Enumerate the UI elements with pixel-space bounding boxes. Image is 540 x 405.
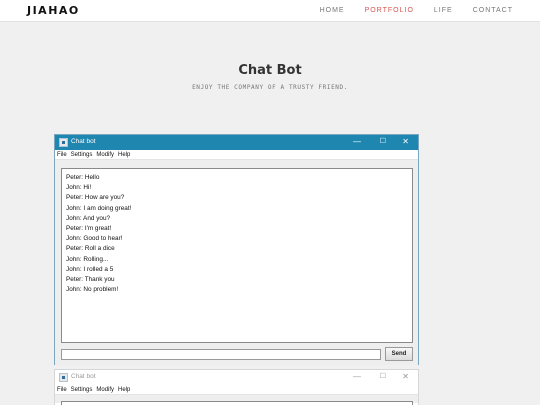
maximize-icon[interactable]: ☐ bbox=[380, 372, 386, 382]
chat-message: John: Good to hear! bbox=[66, 235, 123, 243]
chat-message: John: I am doing great! bbox=[66, 204, 132, 212]
close-icon[interactable]: ✕ bbox=[402, 137, 409, 147]
chat-message: John: Rolling... bbox=[66, 255, 109, 263]
maximize-icon[interactable]: ☐ bbox=[380, 137, 386, 147]
chat-message: John: Hi! bbox=[66, 184, 92, 192]
chat-message: John: And you? bbox=[66, 214, 111, 222]
chat-message: John: I rolled a 5 bbox=[66, 265, 114, 273]
chat-bot-window-inactive: Chat bot — ☐ ✕ File Settings Modify Help bbox=[54, 369, 419, 405]
send-button[interactable]: Send bbox=[385, 347, 413, 361]
menu-file[interactable]: File bbox=[57, 385, 67, 394]
nav-link-portfolio[interactable]: PORTFOLIO bbox=[365, 7, 414, 14]
window-title-bar[interactable]: Chat bot — ☐ ✕ bbox=[55, 135, 418, 150]
window-title: Chat bot bbox=[71, 373, 96, 380]
chat-bot-window: Chat bot — ☐ ✕ File Settings Modify Help… bbox=[54, 134, 419, 365]
nav-link-home[interactable]: HOME bbox=[320, 7, 345, 14]
minimize-icon[interactable]: — bbox=[353, 372, 361, 382]
top-navbar: JIAHAO HOME PORTFOLIO LIFE CONTACT bbox=[0, 0, 540, 22]
chat-message: Peter: I'm great! bbox=[66, 225, 112, 233]
chat-message: Peter: Roll a dice bbox=[66, 245, 115, 253]
chat-history[interactable]: Peter: Hello John: Hi! Peter: How are yo… bbox=[61, 168, 413, 343]
java-app-icon bbox=[59, 373, 68, 382]
nav-links: HOME PORTFOLIO LIFE CONTACT bbox=[320, 7, 513, 14]
chat-history[interactable] bbox=[61, 401, 413, 405]
nav-link-life[interactable]: LIFE bbox=[434, 7, 453, 14]
nav-link-contact[interactable]: CONTACT bbox=[473, 7, 513, 14]
minimize-icon[interactable]: — bbox=[353, 137, 361, 147]
menu-modify[interactable]: Modify bbox=[96, 385, 114, 394]
menu-modify[interactable]: Modify bbox=[96, 150, 114, 159]
menu-file[interactable]: File bbox=[57, 150, 67, 159]
menu-settings[interactable]: Settings bbox=[71, 385, 93, 394]
chat-message: Peter: How are you? bbox=[66, 194, 125, 202]
chat-message: Peter: Thank you bbox=[66, 276, 115, 284]
menu-help[interactable]: Help bbox=[118, 150, 130, 159]
window-title: Chat bot bbox=[71, 138, 96, 145]
page-title: Chat Bot bbox=[238, 63, 302, 78]
page-subtitle: ENJOY THE COMPANY OF A TRUSTY FRIEND. bbox=[192, 84, 348, 91]
java-app-icon bbox=[59, 138, 68, 147]
message-input[interactable] bbox=[61, 349, 381, 360]
menu-bar: File Settings Modify Help bbox=[55, 150, 418, 160]
window-content bbox=[55, 395, 418, 405]
menu-help[interactable]: Help bbox=[118, 385, 130, 394]
window-title-bar[interactable]: Chat bot — ☐ ✕ bbox=[55, 370, 418, 385]
brand-logo[interactable]: JIAHAO bbox=[27, 4, 80, 17]
menu-bar: File Settings Modify Help bbox=[55, 385, 418, 395]
chat-message: Peter: Hello bbox=[66, 174, 100, 181]
window-content: Peter: Hello John: Hi! Peter: How are yo… bbox=[55, 160, 418, 365]
chat-message: John: No problem! bbox=[66, 286, 119, 294]
close-icon[interactable]: ✕ bbox=[402, 372, 409, 382]
menu-settings[interactable]: Settings bbox=[71, 150, 93, 159]
